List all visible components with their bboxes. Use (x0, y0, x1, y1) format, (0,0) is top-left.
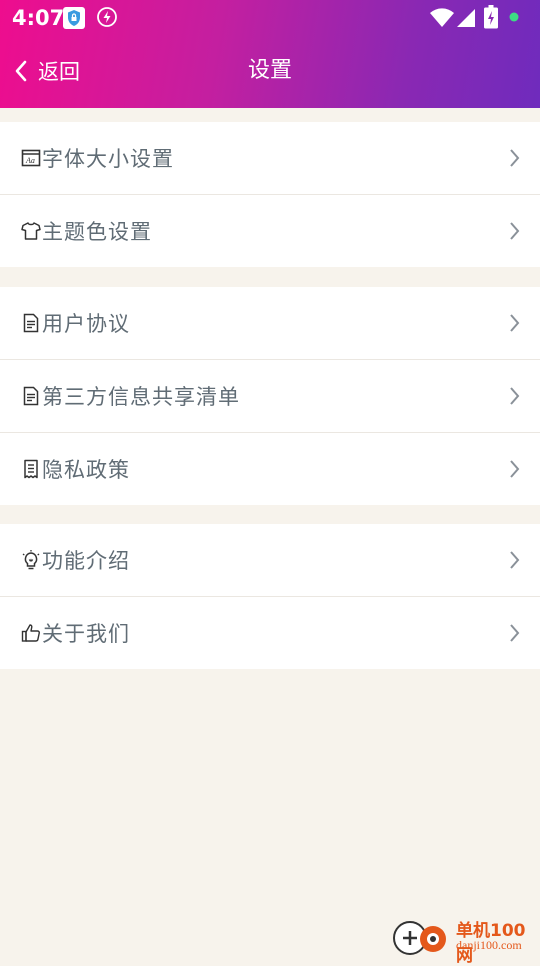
font-size-icon: Aa (21, 149, 41, 167)
chevron-right-icon (510, 551, 520, 569)
chevron-right-icon (510, 387, 520, 405)
flash-icon (97, 7, 117, 27)
status-time: 4:07 (12, 6, 65, 30)
chevron-right-icon (510, 314, 520, 332)
status-bar: 4:07 (0, 0, 540, 36)
cellular-signal-icon (457, 9, 475, 27)
shirt-icon (21, 222, 41, 240)
about-us-item[interactable]: 关于我们 (0, 596, 540, 669)
lightbulb-icon (22, 550, 40, 570)
theme-color-settings-item[interactable]: 主题色设置 (0, 194, 540, 267)
back-button[interactable]: 返回 (14, 48, 80, 94)
document-icon (23, 313, 39, 333)
item-label: 隐私政策 (42, 458, 130, 482)
chevron-right-icon (510, 624, 520, 642)
page-title: 设置 (247, 58, 292, 83)
chevron-right-icon (510, 222, 520, 240)
user-agreement-item[interactable]: 用户协议 (0, 287, 540, 359)
notification-dot-icon (509, 12, 519, 22)
item-label: 用户协议 (42, 312, 130, 336)
settings-group-legal: 用户协议 第三方信息共享清单 隐私政策 (0, 287, 540, 505)
third-party-sharing-list-item[interactable]: 第三方信息共享清单 (0, 359, 540, 432)
settings-group-about: 功能介绍 关于我们 (0, 524, 540, 669)
watermark-logo-icon (393, 921, 446, 955)
privacy-policy-item[interactable]: 隐私政策 (0, 432, 540, 505)
app-header: 4:07 返回 设置 (0, 0, 540, 108)
navigation-bar: 返回 设置 (0, 48, 540, 94)
font-size-settings-item[interactable]: Aa 字体大小设置 (0, 122, 540, 194)
security-shield-icon (63, 7, 85, 29)
thumbs-up-icon (21, 624, 40, 642)
item-label: 功能介绍 (42, 549, 130, 573)
document-icon (23, 386, 39, 406)
svg-text:Aa: Aa (25, 156, 35, 165)
feature-intro-item[interactable]: 功能介绍 (0, 524, 540, 596)
watermark-url: danji100.com (456, 938, 522, 952)
settings-group-display: Aa 字体大小设置 主题色设置 (0, 122, 540, 267)
chevron-right-icon (510, 149, 520, 167)
wifi-icon (430, 8, 454, 27)
item-label: 关于我们 (42, 622, 130, 646)
battery-charging-icon (484, 5, 498, 29)
back-label: 返回 (38, 60, 80, 84)
chevron-left-icon (15, 60, 27, 82)
receipt-icon (24, 459, 38, 479)
item-label: 主题色设置 (42, 220, 152, 244)
item-label: 第三方信息共享清单 (42, 385, 240, 409)
chevron-right-icon (510, 460, 520, 478)
item-label: 字体大小设置 (42, 147, 174, 171)
site-watermark: 单机100网 danji100.com (388, 914, 538, 966)
